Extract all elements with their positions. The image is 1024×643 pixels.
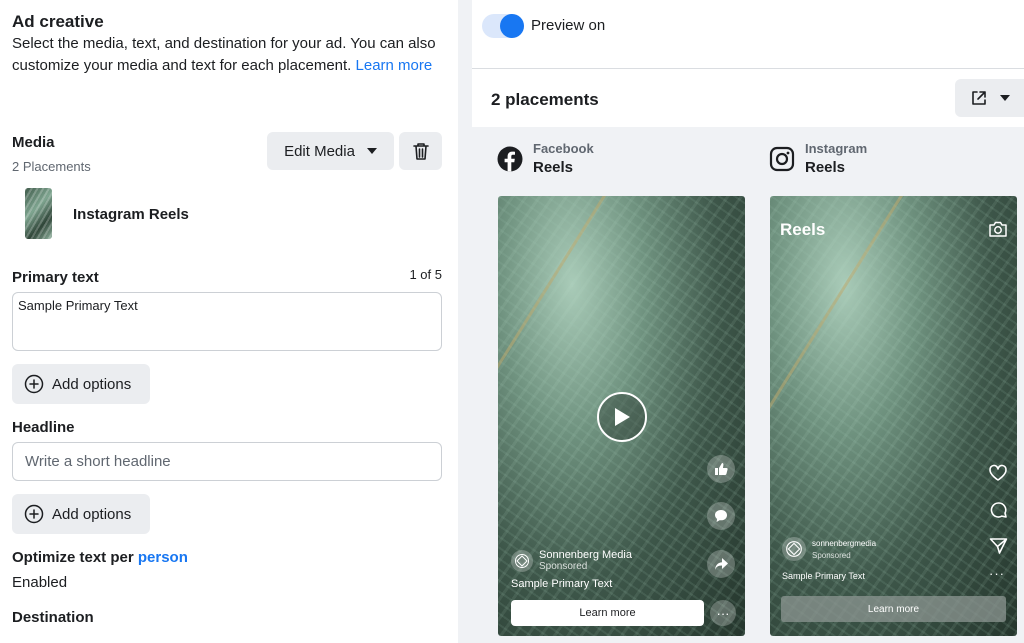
ad-creative-panel: Ad creative Select the media, text, and … <box>0 0 458 643</box>
instagram-advertiser: sonnenbergmedia Sponsored <box>782 537 876 561</box>
destination-label: Destination <box>12 609 94 626</box>
media-placements-count: 2 Placements <box>12 159 91 174</box>
advertiser-logo-icon <box>511 549 533 572</box>
facebook-icon <box>497 146 523 172</box>
facebook-placement-type: Reels <box>533 159 574 176</box>
placements-header: 2 placements <box>472 69 1024 127</box>
edit-media-label: Edit Media <box>284 142 355 160</box>
share-icon <box>715 558 728 570</box>
send-icon[interactable] <box>989 537 1008 555</box>
add-options-label: Add options <box>52 505 132 523</box>
primary-text-add-options-button[interactable]: Add options <box>12 364 150 404</box>
preview-toggle-label: Preview on <box>531 17 606 34</box>
add-options-label: Add options <box>52 375 132 393</box>
preview-toggle[interactable] <box>482 14 524 38</box>
optimize-text-prefix: Optimize text per <box>12 549 134 566</box>
advertiser-logo-icon <box>782 537 806 561</box>
edit-media-button[interactable]: Edit Media <box>267 132 394 170</box>
thumbs-up-icon <box>715 463 728 475</box>
plus-circle-icon <box>24 374 44 394</box>
share-button[interactable] <box>707 550 735 578</box>
optimize-text-value: Enabled <box>12 574 68 591</box>
media-item-label: Instagram Reels <box>73 206 189 223</box>
facebook-sponsored-label: Sponsored <box>539 561 588 572</box>
primary-text-count: 1 of 5 <box>409 267 442 282</box>
instagram-primary-text: Sample Primary Text <box>782 571 865 581</box>
camera-icon[interactable] <box>988 220 1008 238</box>
headline-input[interactable] <box>12 442 442 481</box>
placements-title: 2 placements <box>491 90 599 109</box>
instagram-sponsored-label: Sponsored <box>812 550 851 560</box>
instagram-platform-label: Instagram <box>805 141 868 156</box>
instagram-learn-more-button[interactable]: Learn more <box>781 596 1006 622</box>
more-options-icon[interactable]: ··· <box>710 600 736 626</box>
person-link[interactable]: person <box>138 549 188 566</box>
trash-icon <box>412 143 429 160</box>
plus-circle-icon <box>24 504 44 524</box>
headline-add-options-button[interactable]: Add options <box>12 494 150 534</box>
panel-divider <box>458 0 472 643</box>
facebook-advertiser-name: Sonnenberg Media <box>539 549 632 561</box>
fern-stem <box>498 196 612 442</box>
more-options-icon[interactable]: ··· <box>989 566 1005 581</box>
play-icon <box>615 408 630 426</box>
primary-text-input[interactable]: Sample Primary Text <box>12 292 442 351</box>
section-title: Ad creative <box>12 12 104 31</box>
instagram-advertiser-name: sonnenbergmedia <box>812 538 877 548</box>
headline-label: Headline <box>12 419 75 436</box>
external-link-icon <box>971 91 986 105</box>
optimize-text-label: Optimize text per person <box>12 549 188 566</box>
instagram-reels-header: Reels <box>780 220 826 239</box>
comment-icon <box>715 510 727 522</box>
section-description: Select the media, text, and destination … <box>12 33 442 77</box>
heart-icon[interactable] <box>988 464 1008 482</box>
caret-down-icon <box>999 95 1010 101</box>
media-thumbnail[interactable] <box>25 188 52 239</box>
comment-icon[interactable] <box>989 501 1008 520</box>
facebook-reel-preview[interactable]: Sonnenberg Media Sponsored Sample Primar… <box>498 196 745 636</box>
facebook-advertiser: Sonnenberg Media Sponsored <box>511 549 632 572</box>
learn-more-link[interactable]: Learn more <box>356 57 433 74</box>
media-label: Media <box>12 134 55 151</box>
instagram-placement-type: Reels <box>805 159 846 176</box>
like-button[interactable] <box>707 455 735 483</box>
comment-button[interactable] <box>707 502 735 530</box>
caret-down-icon <box>366 148 377 154</box>
delete-media-button[interactable] <box>399 132 442 170</box>
instagram-placement-header: Instagram Reels <box>769 141 867 179</box>
open-preview-button[interactable] <box>955 79 1024 117</box>
toggle-knob <box>500 14 524 38</box>
facebook-placement-header: Facebook Reels <box>497 141 594 179</box>
facebook-primary-text: Sample Primary Text <box>511 578 613 590</box>
preview-panel: Preview on 2 placements Facebook Reels I… <box>472 0 1024 643</box>
facebook-learn-more-button[interactable]: Learn more <box>511 600 704 626</box>
facebook-platform-label: Facebook <box>533 141 594 156</box>
instagram-icon <box>769 146 795 172</box>
primary-text-label: Primary text <box>12 269 99 286</box>
instagram-reel-preview[interactable]: Reels sonnenbergmedia Sponsored Sample P… <box>770 196 1017 636</box>
play-button[interactable] <box>597 392 647 442</box>
placements-body: Facebook Reels Instagram Reels Sonnenber… <box>472 127 1024 643</box>
